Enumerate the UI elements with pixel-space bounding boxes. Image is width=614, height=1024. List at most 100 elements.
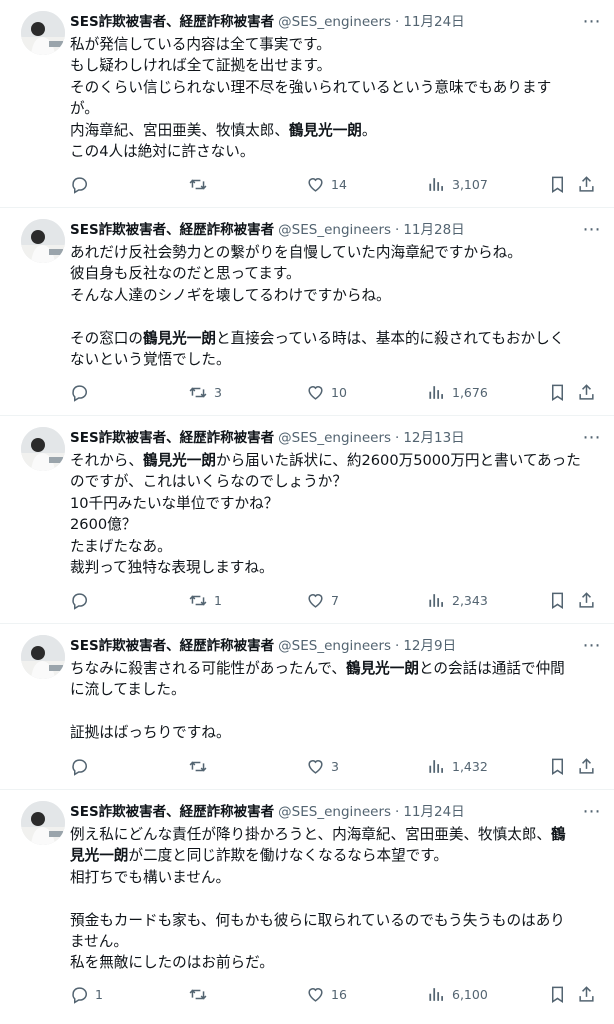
mention-name: 鶴見光一朗	[345, 660, 419, 677]
avatar[interactable]	[21, 801, 65, 845]
share-button[interactable]	[577, 981, 596, 1007]
like-icon	[308, 593, 323, 608]
more-icon[interactable]: ⋯	[582, 429, 602, 447]
views-icon	[429, 177, 443, 191]
like-icon	[308, 987, 323, 1002]
views-icon	[429, 385, 443, 399]
retweet-icon	[189, 594, 207, 606]
like-button[interactable]: 7	[306, 587, 339, 613]
view-count: 2,343	[452, 592, 488, 608]
timestamp[interactable]: 11月24日	[403, 804, 464, 820]
like-icon	[308, 759, 323, 774]
like-count: 7	[331, 592, 339, 608]
display-name[interactable]: SES詐欺被害者、経歴詐称被害者	[70, 222, 274, 238]
retweet-icon	[189, 988, 207, 1000]
action-bar: 3 10 1,676	[64, 379, 600, 405]
reply-button[interactable]	[70, 753, 95, 779]
retweet-button[interactable]	[188, 171, 214, 197]
handle[interactable]: @SES_engineers	[278, 804, 391, 820]
more-icon[interactable]: ⋯	[582, 221, 602, 239]
views-icon	[429, 593, 443, 607]
handle[interactable]: @SES_engineers	[278, 222, 391, 238]
retweet-icon	[189, 178, 207, 190]
like-icon	[308, 177, 323, 192]
separator: ·	[395, 222, 400, 238]
avatar-image	[21, 11, 65, 55]
display-name[interactable]: SES詐欺被害者、経歴詐称被害者	[70, 14, 274, 30]
avatar[interactable]	[21, 427, 65, 471]
retweet-button[interactable]: 1	[188, 587, 222, 613]
text-segment: から届いた訴状に、約2600万5000万円と書いてあった のですが、これはいくら…	[70, 452, 581, 577]
views-button[interactable]: 6,100	[427, 981, 488, 1007]
retweet-icon	[189, 760, 207, 772]
text-segment: それから、	[70, 452, 143, 469]
separator: ·	[395, 638, 400, 654]
action-bar: 1 7 2,343	[64, 587, 600, 613]
timestamp[interactable]: 11月28日	[403, 222, 464, 238]
share-button[interactable]	[577, 171, 596, 197]
timestamp[interactable]: 12月9日	[403, 638, 456, 654]
timestamp[interactable]: 11月24日	[403, 14, 464, 30]
avatar[interactable]	[21, 11, 65, 55]
tweet-text: 例え私にどんな責任が降り掛かろうと、内海章紀、宮田亜美、牧慎太郎、鶴 見光一朗が…	[70, 824, 590, 974]
views-icon	[429, 987, 443, 1001]
views-button[interactable]: 1,432	[427, 753, 488, 779]
retweet-button[interactable]	[188, 753, 214, 779]
tweet[interactable]: SES詐欺被害者、経歴詐称被害者 @SES_engineers · 11月28日 ⋯ …	[0, 208, 614, 416]
reply-icon	[72, 986, 87, 1004]
views-button[interactable]: 2,343	[427, 587, 488, 613]
more-icon[interactable]: ⋯	[582, 637, 602, 655]
like-button[interactable]: 16	[306, 981, 347, 1007]
views-button[interactable]: 3,107	[427, 171, 488, 197]
handle[interactable]: @SES_engineers	[278, 14, 391, 30]
tweet[interactable]: SES詐欺被害者、経歴詐称被害者 @SES_engineers · 11月24日 ⋯ …	[0, 0, 614, 208]
like-button[interactable]: 3	[306, 753, 339, 779]
view-count: 3,107	[452, 176, 488, 192]
handle[interactable]: @SES_engineers	[278, 638, 391, 654]
tweet[interactable]: SES詐欺被害者、経歴詐称被害者 @SES_engineers · 11月24日 ⋯ …	[0, 790, 614, 1024]
action-bar: 14 3,107	[64, 171, 600, 197]
like-count: 16	[331, 986, 347, 1002]
display-name[interactable]: SES詐欺被害者、経歴詐称被害者	[70, 430, 274, 446]
display-name[interactable]: SES詐欺被害者、経歴詐称被害者	[70, 804, 274, 820]
tweet-text: それから、鶴見光一朗から届いた訴状に、約2600万5000万円と書いてあった の…	[70, 450, 590, 578]
bookmark-button[interactable]	[548, 379, 567, 405]
share-button[interactable]	[577, 379, 596, 405]
tweet[interactable]: SES詐欺被害者、経歴詐称被害者 @SES_engineers · 12月13日 ⋯ …	[0, 416, 614, 624]
reply-button[interactable]	[70, 171, 95, 197]
avatar[interactable]	[21, 219, 65, 263]
view-count: 1,676	[452, 384, 488, 400]
like-button[interactable]: 14	[306, 171, 347, 197]
like-count: 14	[331, 176, 347, 192]
separator: ·	[395, 430, 400, 446]
separator: ·	[395, 804, 400, 820]
mention-name: 鶴見光一朗	[288, 121, 362, 139]
avatar[interactable]	[21, 635, 65, 679]
retweet-button[interactable]	[188, 981, 214, 1007]
avatar-image	[21, 427, 65, 471]
display-name[interactable]: SES詐欺被害者、経歴詐称被害者	[70, 638, 274, 654]
more-icon[interactable]: ⋯	[582, 803, 602, 821]
bookmark-icon	[551, 384, 564, 401]
tweet[interactable]: SES詐欺被害者、経歴詐称被害者 @SES_engineers · 12月9日 ⋯ ち…	[0, 624, 614, 790]
text-segment: ちなみに殺害される可能性があったんで、	[70, 660, 346, 677]
reply-button[interactable]: 1	[70, 981, 103, 1007]
more-icon[interactable]: ⋯	[582, 13, 602, 31]
bookmark-button[interactable]	[548, 753, 567, 779]
handle[interactable]: @SES_engineers	[278, 430, 391, 446]
share-button[interactable]	[577, 753, 596, 779]
timestamp[interactable]: 12月13日	[403, 430, 464, 446]
bookmark-button[interactable]	[548, 171, 567, 197]
bookmark-button[interactable]	[548, 587, 567, 613]
like-button[interactable]: 10	[306, 379, 347, 405]
bookmark-button[interactable]	[548, 981, 567, 1007]
retweet-button[interactable]: 3	[188, 379, 222, 405]
reply-button[interactable]	[70, 587, 95, 613]
reply-button[interactable]	[70, 379, 95, 405]
share-button[interactable]	[577, 587, 596, 613]
bookmark-icon	[551, 176, 564, 193]
views-button[interactable]: 1,676	[427, 379, 488, 405]
tweet-text: ちなみに殺害される可能性があったんで、鶴見光一朗との会話は通話で仲間 に流してま…	[70, 658, 590, 744]
text-segment: 例え私にどんな責任が降り掛かろうと、内海章紀、宮田亜美、牧慎太郎、	[70, 826, 552, 843]
avatar-image	[21, 635, 65, 679]
